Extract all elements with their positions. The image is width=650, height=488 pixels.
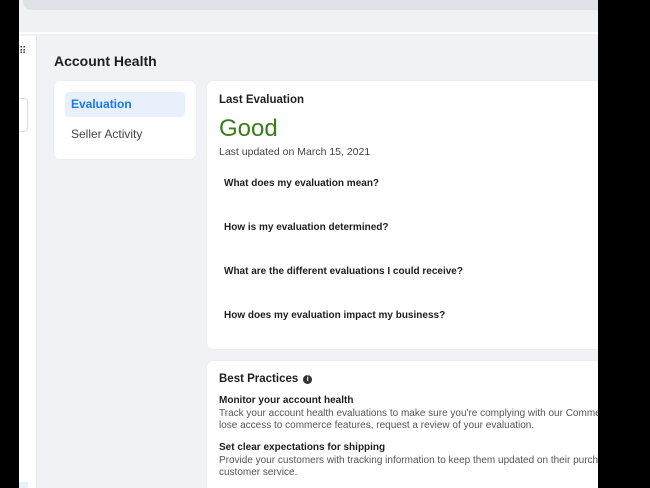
faq-question[interactable]: What are the different evaluations I cou…	[224, 266, 595, 310]
faq-question[interactable]: How is my evaluation determined?	[224, 222, 595, 266]
evaluation-status: Good	[219, 115, 278, 142]
apps-grid-icon[interactable]: ⠿	[19, 47, 26, 57]
best-practices-card: Best Practices i Monitor your account hea…	[207, 361, 598, 488]
menu-item-evaluation[interactable]: Evaluation	[65, 92, 185, 117]
faq-question[interactable]: How does my evaluation impact my busines…	[224, 310, 595, 354]
card-heading: Last Evaluation	[219, 94, 304, 106]
faq-question[interactable]: What does my evaluation mean?	[224, 178, 595, 222]
left-nav-selected-item[interactable]	[19, 482, 28, 488]
practice-title: Monitor your account health	[219, 395, 354, 406]
last-updated: Last updated on March 15, 2021	[219, 146, 371, 158]
practice-title: Set clear expectations for shipping	[219, 442, 386, 453]
page-title: Account Health	[54, 53, 157, 69]
practice-text: Provide your customers with tracking inf…	[219, 455, 598, 478]
left-nav: ⠿	[19, 36, 37, 488]
browser-top-bar	[19, 0, 598, 34]
menu-item-seller-activity[interactable]: Seller Activity	[65, 122, 185, 147]
info-icon[interactable]: i	[303, 375, 313, 384]
practice-text: Track your account health evaluations to…	[219, 408, 598, 431]
left-nav-box[interactable]	[19, 98, 28, 132]
app-screen: ⠿ Account Health Evaluation Seller Activ…	[19, 0, 598, 488]
address-bar[interactable]	[23, 0, 598, 10]
last-evaluation-card: Last Evaluation Good Last updated on Mar…	[207, 81, 598, 349]
card-heading: Best Practices	[219, 373, 299, 385]
section-menu: Evaluation Seller Activity	[54, 81, 196, 159]
